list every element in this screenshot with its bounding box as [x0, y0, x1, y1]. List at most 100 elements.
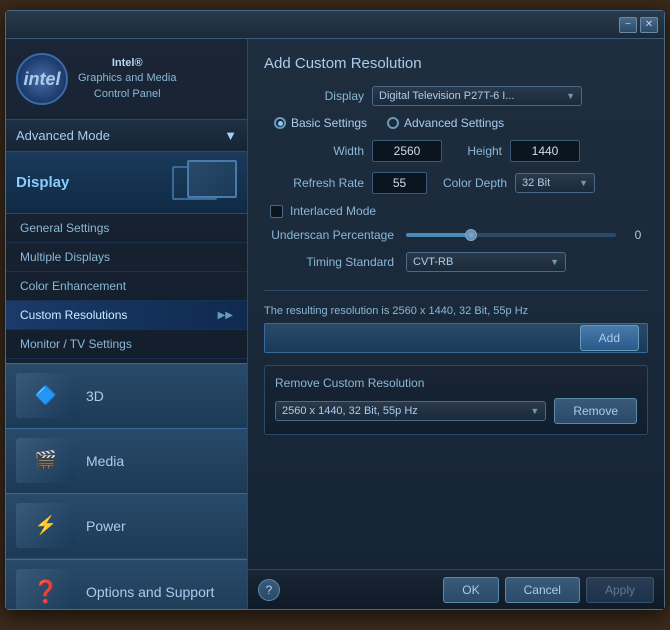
nav-label: Color Enhancement: [20, 279, 126, 293]
logo-area: intel Intel® Graphics and Media Control …: [6, 39, 247, 120]
remove-dropdown-value: 2560 x 1440, 32 Bit, 55p Hz: [282, 405, 418, 417]
nav-label: Monitor / TV Settings: [20, 337, 132, 351]
timing-arrow-icon: ▼: [550, 257, 559, 267]
monitor-icon-front: [187, 160, 237, 198]
bottom-bar: ? OK Cancel Apply: [248, 569, 664, 609]
display-select-arrow-icon: ▼: [566, 91, 575, 101]
content-area: Add Custom Resolution Display Digital Te…: [248, 39, 664, 569]
timing-row: Timing Standard CVT-RB ▼: [264, 252, 648, 272]
nav-label: Multiple Displays: [20, 250, 110, 264]
company-line2: Graphics and Media: [78, 72, 176, 84]
nav-arrow-icon: ▶▶: [218, 310, 233, 321]
3d-label: 3D: [86, 388, 104, 404]
add-button[interactable]: Add: [580, 325, 639, 351]
company-name: Intel® Graphics and Media Control Panel: [78, 56, 176, 102]
remove-section-title: Remove Custom Resolution: [275, 376, 637, 390]
options-label: Options and Support: [86, 584, 214, 600]
sidebar-section-3d[interactable]: 🔷 3D: [6, 363, 247, 428]
options-icon: ❓: [16, 569, 76, 609]
media-icon: 🎬: [16, 438, 76, 483]
remove-button[interactable]: Remove: [554, 398, 637, 424]
remove-row: 2560 x 1440, 32 Bit, 55p Hz ▼ Remove: [275, 398, 637, 424]
remove-select-arrow-icon: ▼: [530, 406, 539, 416]
display-section: Display: [6, 152, 247, 214]
page-title: Add Custom Resolution: [264, 55, 648, 72]
intel-logo: intel: [16, 53, 68, 105]
add-button-row: Add: [264, 323, 648, 353]
main-window: − ✕ intel Intel® Graphics and Media Cont…: [5, 10, 665, 610]
height-label: Height: [442, 144, 502, 158]
sidebar: intel Intel® Graphics and Media Control …: [6, 39, 248, 609]
radio-advanced-circle: [387, 117, 399, 129]
sidebar-item-monitor-tv-settings[interactable]: Monitor / TV Settings: [6, 330, 247, 359]
display-icon: [172, 160, 237, 205]
ok-button[interactable]: OK: [443, 577, 498, 603]
timing-value: CVT-RB: [413, 256, 453, 268]
radio-basic-settings[interactable]: Basic Settings: [274, 116, 367, 130]
display-select-value: Digital Television P27T-6 I...: [379, 90, 515, 102]
power-icon: ⚡: [16, 503, 76, 548]
result-text: The resulting resolution is 2560 x 1440,…: [264, 305, 648, 317]
radio-basic-label: Basic Settings: [291, 116, 367, 130]
mode-arrow-icon: ▼: [224, 128, 237, 143]
display-field-label: Display: [264, 89, 364, 103]
interlaced-row: Interlaced Mode: [270, 204, 648, 218]
slider-thumb: [465, 229, 477, 241]
radio-advanced-label: Advanced Settings: [404, 116, 504, 130]
nav-list: General Settings Multiple Displays Color…: [6, 214, 247, 359]
underscan-value: 0: [628, 228, 648, 242]
color-depth-select[interactable]: 32 Bit ▼: [515, 173, 595, 193]
display-row: Display Digital Television P27T-6 I... ▼: [264, 86, 648, 106]
width-input[interactable]: [372, 140, 442, 162]
timing-label: Timing Standard: [264, 255, 394, 269]
nav-label: General Settings: [20, 221, 109, 235]
power-label: Power: [86, 518, 126, 534]
media-label: Media: [86, 453, 124, 469]
color-depth-value: 32 Bit: [522, 177, 550, 189]
cancel-button[interactable]: Cancel: [505, 577, 580, 603]
close-button[interactable]: ✕: [640, 17, 658, 33]
logo-text: intel: [23, 69, 60, 90]
company-line3: Control Panel: [94, 88, 161, 100]
underscan-slider[interactable]: [406, 233, 616, 237]
settings-mode-radio-group: Basic Settings Advanced Settings: [274, 116, 648, 130]
radio-basic-circle: [274, 117, 286, 129]
timing-select[interactable]: CVT-RB ▼: [406, 252, 566, 272]
title-bar: − ✕: [6, 11, 664, 39]
display-select[interactable]: Digital Television P27T-6 I... ▼: [372, 86, 582, 106]
separator-1: [264, 290, 648, 291]
sidebar-options-support[interactable]: ❓ Options and Support: [6, 559, 247, 609]
sidebar-item-custom-resolutions[interactable]: Custom Resolutions ▶▶: [6, 301, 247, 330]
display-label: Display: [16, 174, 172, 191]
color-depth-label: Color Depth: [427, 176, 507, 190]
help-button[interactable]: ?: [258, 579, 280, 601]
remove-section: Remove Custom Resolution 2560 x 1440, 32…: [264, 365, 648, 435]
minimize-button[interactable]: −: [619, 17, 637, 33]
interlaced-checkbox[interactable]: [270, 205, 283, 218]
interlaced-label: Interlaced Mode: [290, 204, 376, 218]
sidebar-item-color-enhancement[interactable]: Color Enhancement: [6, 272, 247, 301]
width-height-row: Width Height: [264, 140, 648, 162]
remove-resolution-select[interactable]: 2560 x 1440, 32 Bit, 55p Hz ▼: [275, 401, 546, 421]
width-label: Width: [264, 144, 364, 158]
3d-icon: 🔷: [16, 373, 76, 418]
sidebar-item-multiple-displays[interactable]: Multiple Displays: [6, 243, 247, 272]
company-line1: Intel®: [112, 57, 143, 69]
mode-label: Advanced Mode: [16, 128, 110, 143]
main-layout: intel Intel® Graphics and Media Control …: [6, 39, 664, 609]
sidebar-section-media[interactable]: 🎬 Media: [6, 428, 247, 493]
refresh-color-row: Refresh Rate Color Depth 32 Bit ▼: [264, 172, 648, 194]
apply-button[interactable]: Apply: [586, 577, 654, 603]
mode-selector[interactable]: Advanced Mode ▼: [6, 120, 247, 152]
sidebar-item-general-settings[interactable]: General Settings: [6, 214, 247, 243]
refresh-input[interactable]: [372, 172, 427, 194]
options-section: ❓ Options and Support: [6, 558, 247, 609]
height-input[interactable]: [510, 140, 580, 162]
radio-advanced-settings[interactable]: Advanced Settings: [387, 116, 504, 130]
nav-label: Custom Resolutions: [20, 308, 127, 322]
color-depth-arrow-icon: ▼: [579, 178, 588, 188]
underscan-row: Underscan Percentage 0: [264, 228, 648, 242]
underscan-label: Underscan Percentage: [264, 228, 394, 242]
sidebar-section-power[interactable]: ⚡ Power: [6, 493, 247, 558]
refresh-label: Refresh Rate: [264, 176, 364, 190]
